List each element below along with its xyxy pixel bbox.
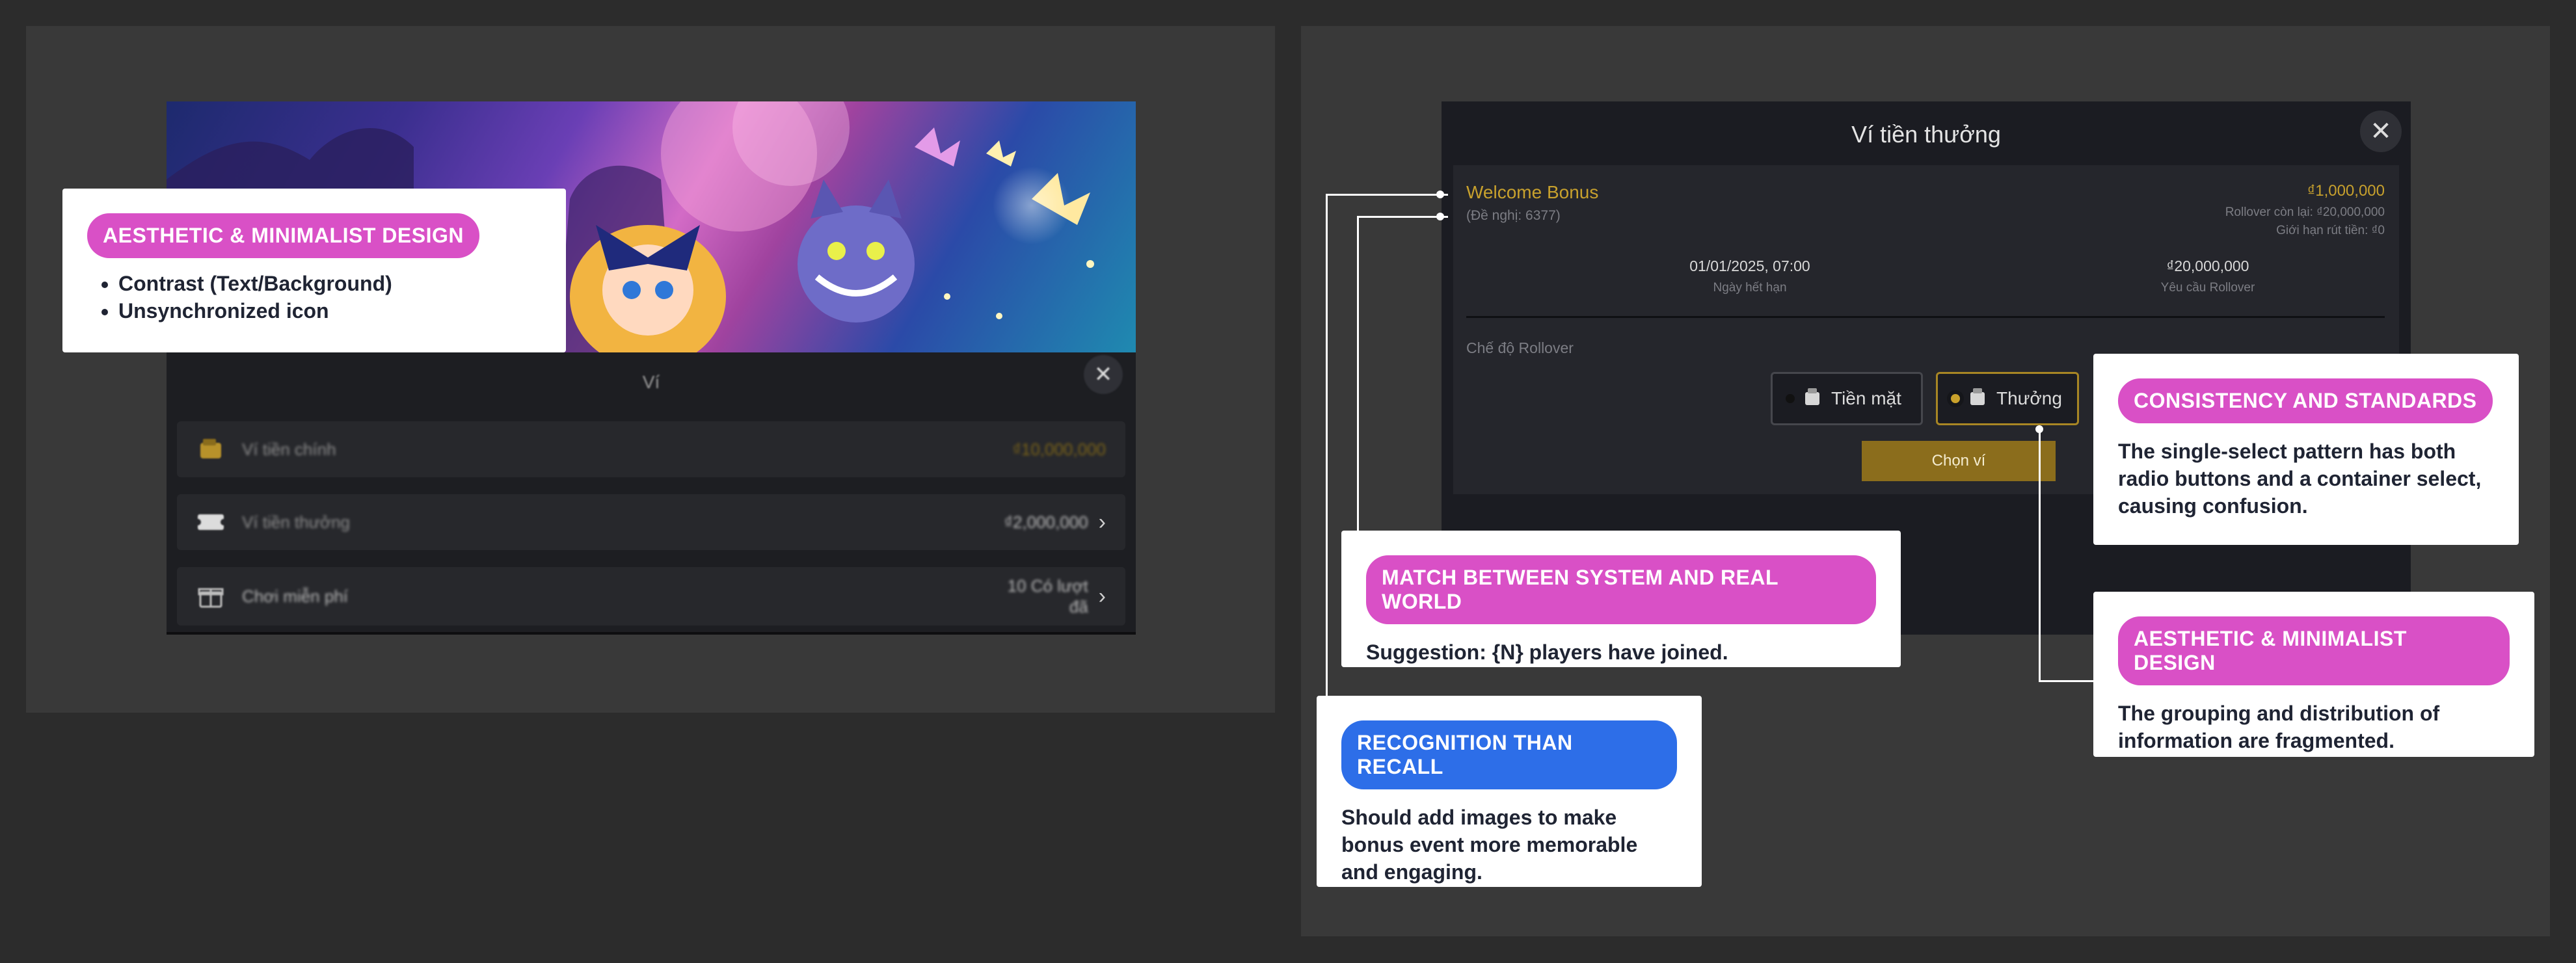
wallet-close-button[interactable]: ✕ bbox=[1084, 355, 1123, 394]
connector-node bbox=[1436, 191, 1444, 198]
option-bonus[interactable]: Thưởng bbox=[1936, 372, 2079, 425]
chevron-right-icon: › bbox=[1098, 583, 1106, 609]
ticket-icon bbox=[196, 508, 225, 536]
wallet-small-icon bbox=[1969, 387, 1986, 411]
gift-icon bbox=[196, 582, 225, 611]
connector-line bbox=[1326, 194, 1448, 196]
heuristic-tag: AESTHETIC & MINIMALIST DESIGN bbox=[87, 213, 479, 258]
heuristic-tag: CONSISTENCY AND STANDARDS bbox=[2118, 378, 2493, 423]
wallet-title: Ví bbox=[642, 372, 660, 392]
close-icon: ✕ bbox=[2370, 117, 2392, 146]
wallet-list-panel: Ví ✕ Ví tiền chính ₫10,000,000 Ví tiền t… bbox=[167, 352, 1136, 635]
heuristic-tag: AESTHETIC & MINIMALIST DESIGN bbox=[2118, 616, 2510, 685]
wallet-row-label: Ví tiền chính bbox=[242, 439, 336, 459]
option-cash[interactable]: Tiền mặt bbox=[1771, 372, 1923, 425]
modal-title: Ví tiền thưởng bbox=[1851, 121, 2001, 148]
heuristic-tag: MATCH BETWEEN SYSTEM AND REAL WORLD bbox=[1366, 555, 1876, 624]
radio-selected-icon bbox=[1951, 394, 1960, 403]
heuristic-tag: RECOGNITION THAN RECALL bbox=[1341, 720, 1677, 789]
issue-text: The single-select pattern has both radio… bbox=[2118, 440, 2482, 518]
wallet-row-label: Chơi miễn phí bbox=[242, 586, 349, 606]
radio-unselected-icon bbox=[1786, 394, 1795, 403]
withdraw-limit: Giới hạn rút tiền: ₫0 bbox=[2276, 224, 2385, 237]
rollover-required: ₫20,000,000 bbox=[2166, 257, 2249, 274]
wallet-row-bonus[interactable]: Ví tiền thưởng ₫2,000,000 › bbox=[177, 494, 1125, 550]
issue-text: The grouping and distribution of informa… bbox=[2118, 702, 2440, 752]
issue-text: Should add images to make bonus event mo… bbox=[1341, 806, 1638, 884]
connector-line bbox=[1357, 216, 1448, 218]
issue-item: Contrast (Text/Background) bbox=[118, 270, 541, 297]
connector-line bbox=[2039, 429, 2041, 681]
option-bonus-label: Thưởng bbox=[1996, 388, 2062, 408]
wallet-row-value: ₫10,000,000 bbox=[1012, 439, 1106, 459]
issue-item: Unsynchronized icon bbox=[118, 297, 541, 324]
connector-line bbox=[1326, 194, 1328, 697]
option-cash-label: Tiền mặt bbox=[1831, 388, 1901, 408]
issue-list: Contrast (Text/Background) Unsynchronize… bbox=[87, 270, 541, 324]
wallet-icon bbox=[196, 435, 225, 464]
connector-line bbox=[1357, 216, 1359, 531]
wallet-row-value: ₫2,000,000 bbox=[1004, 512, 1088, 532]
expiry-label: Ngày hết hạn bbox=[1713, 281, 1787, 295]
wallet-row-value: 10 Có lượt đã bbox=[1007, 576, 1088, 616]
wallet-row-label: Ví tiền thưởng bbox=[242, 512, 350, 532]
close-icon: ✕ bbox=[1093, 362, 1113, 387]
callout-aesthetic-left: AESTHETIC & MINIMALIST DESIGN Contrast (… bbox=[62, 189, 566, 352]
expiry-date: 01/01/2025, 07:00 bbox=[1689, 257, 1810, 274]
wallet-small-icon bbox=[1804, 387, 1821, 411]
bonus-amount: ₫1,000,000 bbox=[2307, 182, 2385, 200]
rollover-mode-label: Chế độ Rollover bbox=[1466, 339, 1574, 356]
bonus-suggestion: (Đề nghị: 6377) bbox=[1466, 208, 1561, 223]
modal-close-button[interactable]: ✕ bbox=[2360, 111, 2402, 152]
connector-node bbox=[2035, 425, 2043, 433]
wallet-row-freeplay[interactable]: Chơi miễn phí 10 Có lượt đã › bbox=[177, 567, 1125, 626]
callout-recognition: RECOGNITION THAN RECALL Should add image… bbox=[1317, 696, 1702, 887]
rollover-remaining: Rollover còn lại: ₫20,000,000 bbox=[2225, 205, 2385, 219]
callout-aesthetic-right: AESTHETIC & MINIMALIST DESIGN The groupi… bbox=[2093, 592, 2534, 757]
connector-line bbox=[2039, 680, 2095, 682]
divider bbox=[1466, 316, 2385, 318]
chevron-right-icon: › bbox=[1098, 509, 1106, 534]
wallet-row-main[interactable]: Ví tiền chính ₫10,000,000 bbox=[177, 421, 1125, 477]
rollover-required-label: Yêu cầu Rollover bbox=[2160, 281, 2255, 295]
bonus-name: Welcome Bonus bbox=[1466, 182, 1599, 202]
connector-node bbox=[1436, 213, 1444, 220]
callout-match-real-world: MATCH BETWEEN SYSTEM AND REAL WORLD Sugg… bbox=[1341, 531, 1901, 667]
issue-text: Suggestion: {N} players have joined. bbox=[1366, 640, 1728, 664]
callout-consistency: CONSISTENCY AND STANDARDS The single-sel… bbox=[2093, 354, 2519, 545]
select-wallet-button[interactable]: Chọn ví bbox=[1862, 441, 2056, 481]
